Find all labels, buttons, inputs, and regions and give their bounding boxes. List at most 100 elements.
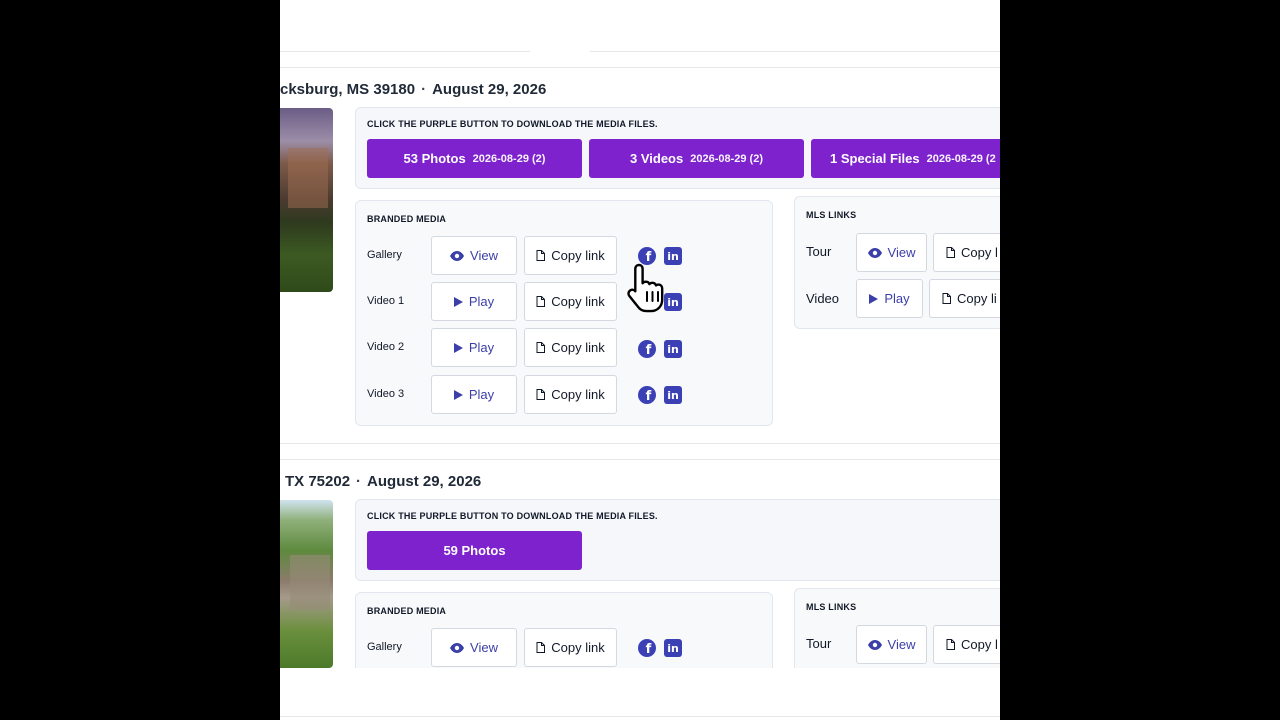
play-label: Play <box>468 387 495 402</box>
facebook-icon[interactable]: f <box>638 639 656 657</box>
separator: · <box>356 473 362 490</box>
listing-1-date: August 29, 2026 <box>432 81 547 98</box>
listing-divider <box>280 443 1000 444</box>
hand-pointer-icon <box>627 263 664 313</box>
separator: · <box>421 81 427 98</box>
row-label-tour: Tour <box>806 636 832 651</box>
play-icon <box>453 296 463 307</box>
document-icon <box>536 642 546 653</box>
row-label-gallery: Gallery <box>367 249 402 261</box>
bottom-mask <box>280 668 1000 720</box>
gallery-copy-link-button[interactable]: Copy link <box>524 628 617 667</box>
branded-media-title: BRANDED MEDIA <box>367 606 447 616</box>
listing-2-photo[interactable] <box>280 500 333 668</box>
listing-1-download-panel: CLICK THE PURPLE BUTTON TO DOWNLOAD THE … <box>355 107 1000 189</box>
listing-2-download-panel: CLICK THE PURPLE BUTTON TO DOWNLOAD THE … <box>355 499 1000 581</box>
branded-media-title: BRANDED MEDIA <box>367 214 447 224</box>
listing-1-branded-media: BRANDED MEDIA Gallery View Copy link f i… <box>355 200 773 426</box>
copy-label: Copy link <box>551 640 605 655</box>
view-label: View <box>887 637 916 652</box>
video-2-copy-link-button[interactable]: Copy link <box>524 328 617 367</box>
play-label: Play <box>468 340 495 355</box>
listing-divider <box>280 459 1000 460</box>
download-note: CLICK THE PURPLE BUTTON TO DOWNLOAD THE … <box>367 119 658 129</box>
bottom-divider <box>280 716 1000 717</box>
view-label: View <box>470 640 498 655</box>
video-3-copy-link-button[interactable]: Copy link <box>524 375 617 414</box>
listing-2-address: TX 75202 <box>285 473 351 490</box>
eye-icon <box>867 639 882 650</box>
copy-label: Copy link <box>551 248 605 263</box>
listing-1-address: cksburg, MS 39180 <box>280 81 416 98</box>
play-label: Play <box>468 294 495 309</box>
mls-video-copy-link-button[interactable]: Copy li <box>929 279 1000 318</box>
copy-label: Copy li <box>957 291 997 306</box>
download-videos-button[interactable]: 3 Videos 2026-08-29 (2) <box>589 139 804 178</box>
document-icon <box>946 247 955 258</box>
document-icon <box>536 389 546 400</box>
mls-tour-copy-link-button[interactable]: Copy l <box>933 233 1000 272</box>
download-label: 3 Videos <box>629 151 684 166</box>
mls-links-title: MLS LINKS <box>806 210 857 220</box>
linkedin-icon[interactable]: in <box>664 639 682 657</box>
listing-1-mls-links: MLS LINKS Tour View Copy l Video Play Co… <box>794 196 1000 329</box>
listing-2-title: TX 75202 · August 29, 2026 <box>285 473 481 490</box>
row-label-gallery: Gallery <box>367 641 402 653</box>
gallery-copy-link-button[interactable]: Copy link <box>524 236 617 275</box>
view-label: View <box>470 248 498 263</box>
play-icon <box>869 293 879 304</box>
mls-tour-view-button[interactable]: View <box>856 233 927 272</box>
download-photos-button[interactable]: 53 Photos 2026-08-29 (2) <box>367 139 582 178</box>
listing-2-date: August 29, 2026 <box>367 473 482 490</box>
copy-label: Copy link <box>551 387 605 402</box>
document-icon <box>536 342 546 353</box>
copy-label: Copy l <box>961 637 998 652</box>
download-photos-button[interactable]: 59 Photos <box>367 531 582 570</box>
view-label: View <box>887 245 916 260</box>
download-label: 59 Photos <box>443 543 506 558</box>
facebook-icon[interactable]: f <box>638 386 656 404</box>
video-1-copy-link-button[interactable]: Copy link <box>524 282 617 321</box>
mls-tour-view-button[interactable]: View <box>856 625 927 664</box>
video-1-play-button[interactable]: Play <box>431 282 517 321</box>
header-gap <box>530 44 590 74</box>
gallery-view-button[interactable]: View <box>431 236 517 275</box>
eye-icon <box>450 642 465 653</box>
linkedin-icon[interactable]: in <box>664 340 682 358</box>
video-2-play-button[interactable]: Play <box>431 328 517 367</box>
copy-label: Copy l <box>961 245 998 260</box>
document-icon <box>536 296 546 307</box>
row-label-video: Video <box>806 291 840 306</box>
play-label: Play <box>884 291 910 306</box>
row-label-video-2: Video 2 <box>367 341 405 353</box>
row-label-tour: Tour <box>806 244 832 259</box>
download-meta: 2026-08-29 (2) <box>472 152 546 165</box>
play-icon <box>453 389 463 400</box>
mls-tour-copy-link-button[interactable]: Copy l <box>933 625 1000 664</box>
row-label-video-1: Video 1 <box>367 295 405 307</box>
download-note: CLICK THE PURPLE BUTTON TO DOWNLOAD THE … <box>367 511 658 521</box>
play-icon <box>453 342 463 353</box>
download-meta: 2026-08-29 (2) <box>690 152 763 165</box>
download-label: 1 Special Files <box>830 151 920 166</box>
mls-links-title: MLS LINKS <box>806 602 857 612</box>
viewport: cksburg, MS 39180 · August 29, 2026 CLICK … <box>280 0 1000 720</box>
listing-1-photo[interactable] <box>280 108 333 292</box>
document-icon <box>536 250 546 261</box>
document-icon <box>946 639 955 650</box>
download-special-files-button[interactable]: 1 Special Files 2026-08-29 (2 <box>811 139 1000 178</box>
download-meta: 2026-08-29 (2 <box>926 152 996 165</box>
video-3-play-button[interactable]: Play <box>431 375 517 414</box>
eye-icon <box>450 250 465 261</box>
eye-icon <box>867 247 882 258</box>
mls-video-play-button[interactable]: Play <box>856 279 923 318</box>
row-label-video-3: Video 3 <box>367 388 405 400</box>
facebook-icon[interactable]: f <box>638 340 656 358</box>
document-icon <box>942 293 951 304</box>
listing-1-title: cksburg, MS 39180 · August 29, 2026 <box>280 81 546 98</box>
linkedin-icon[interactable]: in <box>664 386 682 404</box>
copy-label: Copy link <box>551 294 605 309</box>
top-divider <box>280 51 1000 52</box>
gallery-view-button[interactable]: View <box>431 628 517 667</box>
copy-label: Copy link <box>551 340 605 355</box>
